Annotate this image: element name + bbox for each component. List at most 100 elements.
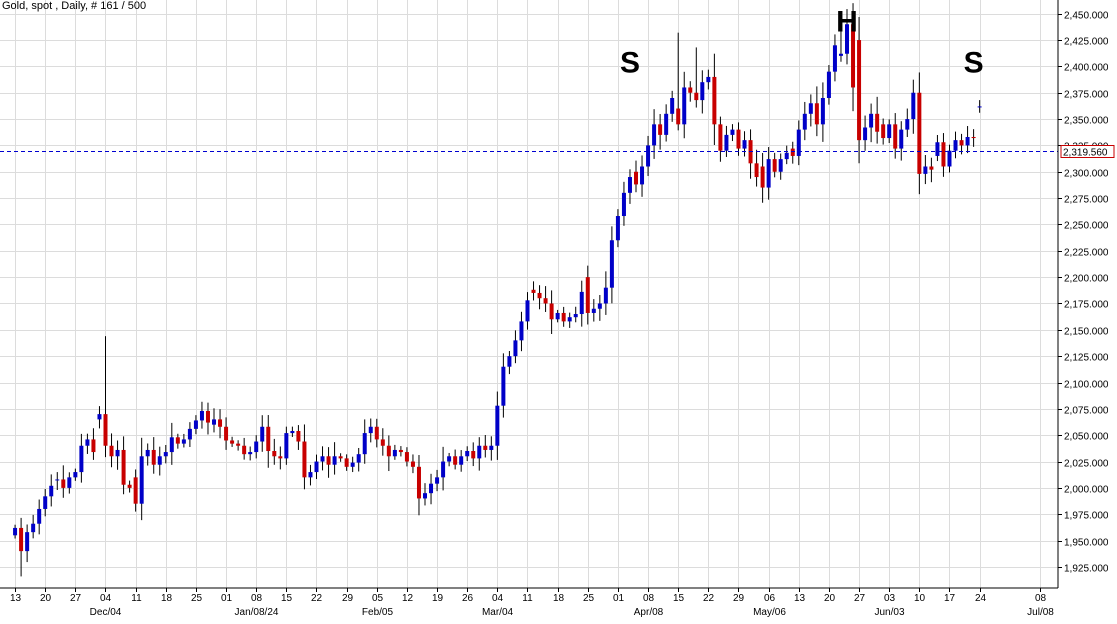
candle-body [706,76,711,83]
candle-body [278,456,283,459]
candle-body [736,129,741,149]
y-tick-label: 2,425.000 [1064,37,1109,48]
candle-body [796,129,801,156]
x-tick-label: 22 [311,593,323,604]
x-tick-label: 08 [643,593,655,604]
x-tick-label: 10 [914,593,926,604]
candle-body [471,451,476,459]
x-tick-label: 20 [824,593,836,604]
y-tick-label: 2,300.000 [1064,169,1109,180]
candle-body [296,430,301,442]
candle-body [169,437,174,453]
x-tick-label: 22 [703,593,715,604]
candle-body [869,113,874,128]
candle-body [838,53,843,56]
candle-body [236,443,241,446]
x-tick-label: 29 [342,593,354,604]
candle-body [875,113,880,132]
x-tick-label: 20 [40,593,52,604]
candle-body [881,124,886,139]
x-tick-label: 06 [764,593,776,604]
candle-body [935,142,940,156]
candle-body [314,461,319,473]
x-month-label: Mar/04 [482,607,514,618]
candle-body [332,456,337,465]
candle-body [597,303,602,309]
candle-body [658,124,663,135]
candlestick-chart: 1,925.000 1,950.000 1,975.000 2,000.000 2,02… [0,0,1117,624]
x-tick-label: 01 [221,593,233,604]
candle-body [230,440,235,444]
y-tick-label: 1,925.000 [1064,564,1109,575]
candle-body [700,82,705,101]
candle-body [573,314,578,318]
candle-body [899,129,904,149]
candle-body [410,461,415,467]
candle-body [326,456,331,465]
candle-body [266,426,271,452]
candle-body [290,430,295,434]
candle-body [808,103,813,114]
x-tick-label: 04 [492,593,504,604]
x-tick-label: 04 [100,593,112,604]
current-price-tag: 2,319.560 [1060,145,1115,159]
candle-body [344,458,349,467]
x-month-label: Feb/05 [362,607,394,618]
candle-body [254,441,259,453]
candle-body [917,92,922,174]
candle-body [465,451,470,457]
x-tick-label: 17 [944,593,956,604]
x-month-label: Dec/04 [90,607,122,618]
candle-body [55,479,60,481]
x-month-label: Jul/08 [1027,607,1054,618]
candle-body [766,159,771,188]
candle-body [742,140,747,149]
candle-body [820,98,825,125]
x-month-label: Apr/08 [634,607,664,618]
candle-body [477,445,482,459]
candle-body [483,445,488,450]
candle-body [157,456,162,465]
candle-body [640,166,645,185]
candle-body [676,108,681,125]
candle-body [91,439,96,453]
candle-body [905,119,910,130]
candle-body [121,449,126,485]
y-tick-label: 2,175.000 [1064,300,1109,311]
x-tick-label: 05 [372,593,384,604]
candle-body [965,136,970,146]
x-month-label: May/06 [753,607,786,618]
y-tick-label: 1,975.000 [1064,511,1109,522]
candle-body [350,462,355,467]
candle-body [790,148,795,156]
candle-body [724,134,729,151]
x-tick-label: 18 [161,593,173,604]
candle-body [67,477,72,488]
x-tick-label: 27 [854,593,866,604]
candle-body [302,441,307,478]
x-tick-label: 13 [10,593,22,604]
candle-body [19,527,24,552]
candle-body [893,124,898,149]
current-price-label: 2,319.560 [1063,148,1108,159]
candle-body [953,140,958,151]
candle-body [386,445,391,457]
candle-body [61,479,66,488]
candle-body [531,289,536,293]
candle-body [423,493,428,499]
candle-body [929,166,934,170]
candle-body [772,159,777,172]
x-tick-label: 15 [673,593,685,604]
candle-body [857,40,862,141]
candle-body [175,437,180,444]
candle-body [459,456,464,465]
y-tick-label: 2,150.000 [1064,327,1109,338]
candle-body [754,163,759,178]
candle-body [404,452,409,462]
x-tick-label: 15 [281,593,293,604]
candle-body [712,76,717,125]
candle-body [248,452,253,455]
candle-body [579,291,584,315]
x-tick-label: 18 [553,593,565,604]
candle-body [615,216,620,241]
